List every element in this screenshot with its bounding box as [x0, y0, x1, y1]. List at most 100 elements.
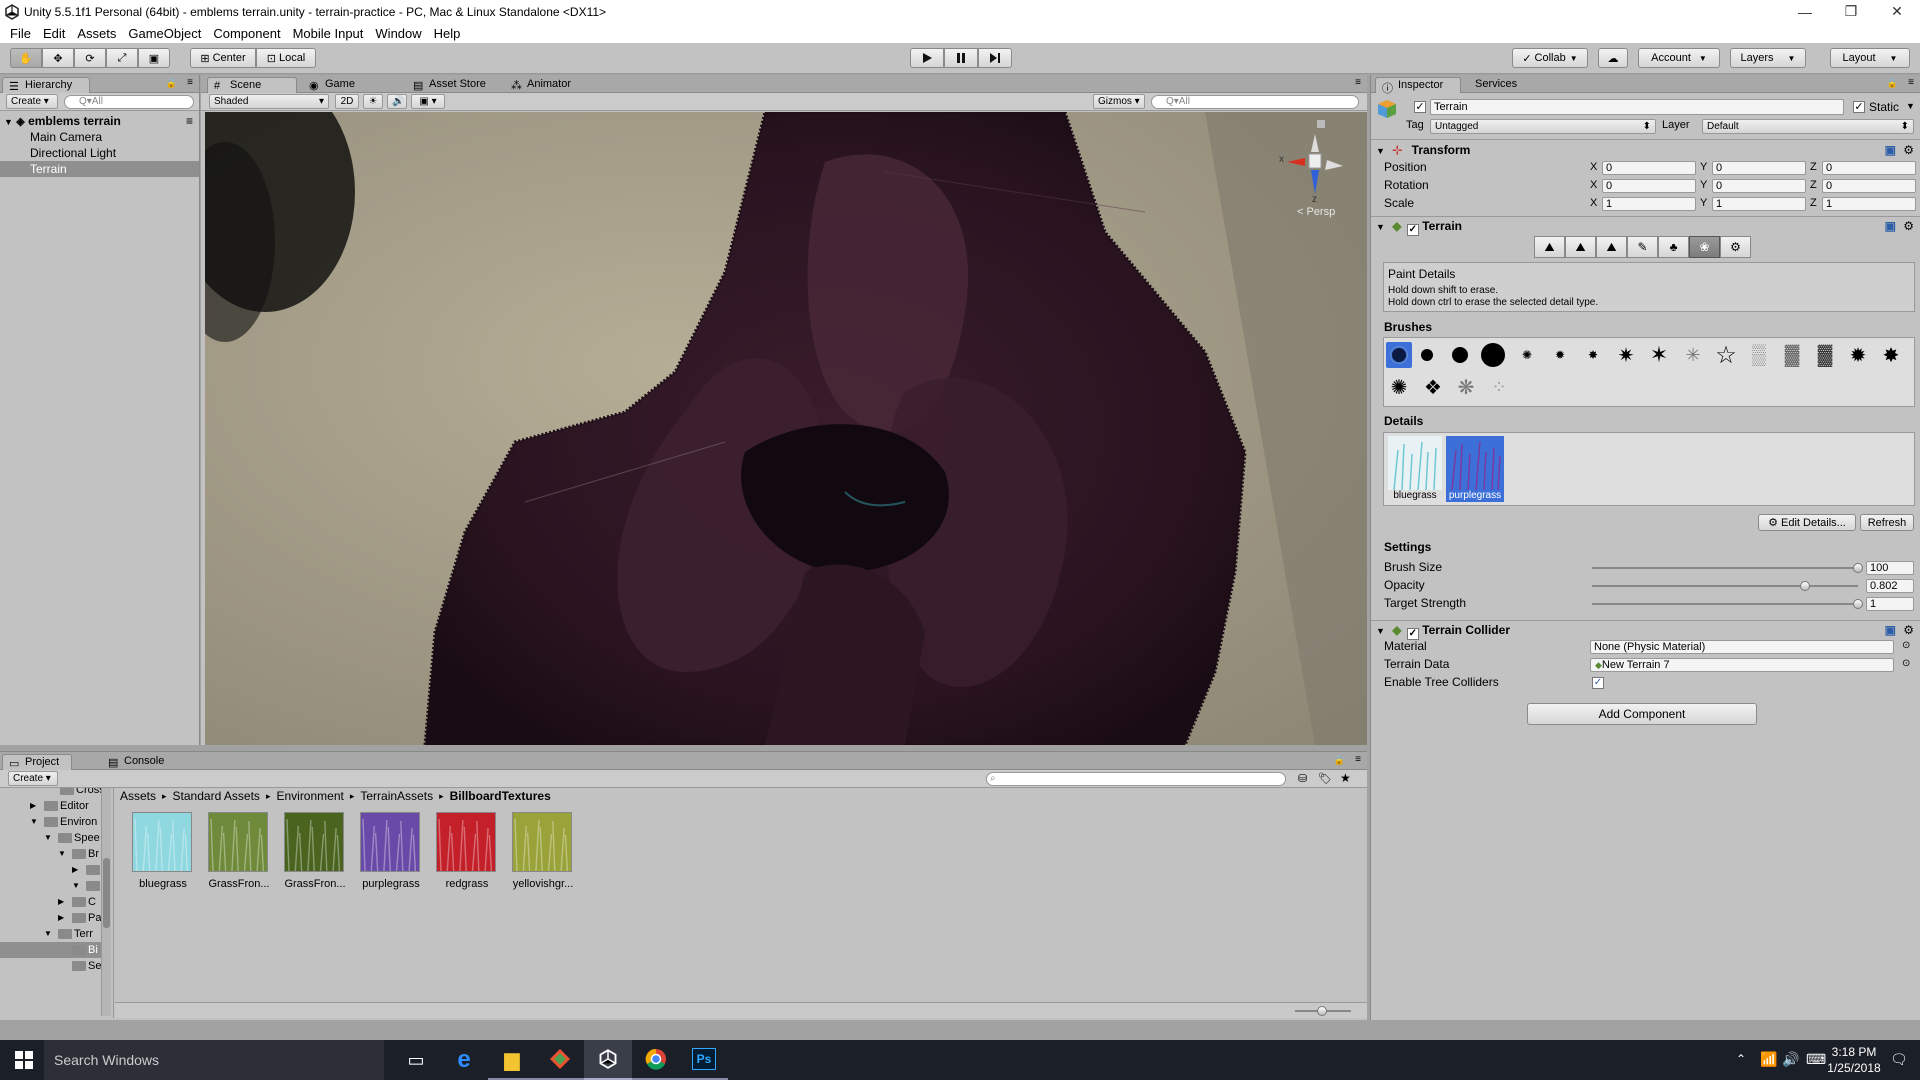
- notifications-icon[interactable]: 🗨: [1890, 1051, 1908, 1068]
- transform-header[interactable]: ▼ ⊹ Transform ▣ ⚙: [1372, 141, 1920, 159]
- hierarchy-create-dropdown[interactable]: Create ▾: [6, 94, 58, 109]
- task-view-icon[interactable]: ▭: [392, 1040, 440, 1080]
- folder-tree-item[interactable]: CrossP: [0, 788, 102, 798]
- paint-height-tool-icon[interactable]: ⛰: [1565, 236, 1596, 258]
- network-icon[interactable]: 📶: [1760, 1051, 1777, 1068]
- expand-arrow-icon[interactable]: ▼: [30, 814, 38, 830]
- tab-game[interactable]: ◉ Game: [303, 77, 377, 93]
- tab-inspector[interactable]: ⓘ Inspector: [1375, 77, 1461, 95]
- rect-tool-icon[interactable]: ▣: [138, 48, 170, 68]
- scale-z-field[interactable]: 1: [1822, 197, 1916, 211]
- expand-arrow-icon[interactable]: ▼: [1376, 222, 1385, 232]
- target-strength-slider[interactable]: [1592, 603, 1858, 605]
- expand-arrow-icon[interactable]: ▼: [58, 846, 66, 862]
- asset-item[interactable]: redgrass: [436, 812, 498, 892]
- folder-tree-item[interactable]: ▼ Terr: [0, 926, 102, 942]
- brush-dots-icon[interactable]: ❖: [1420, 374, 1446, 400]
- static-checkbox[interactable]: ✓: [1853, 101, 1865, 113]
- position-z-field[interactable]: 0: [1822, 161, 1916, 175]
- terrain-enabled-checkbox[interactable]: ✓: [1406, 224, 1419, 236]
- persp-label[interactable]: < Persp: [1297, 206, 1335, 218]
- refresh-button[interactable]: Refresh: [1860, 514, 1914, 531]
- brush-round-medium-icon[interactable]: [1447, 342, 1473, 368]
- gear-icon[interactable]: ⚙: [1903, 621, 1914, 639]
- brush-size-field[interactable]: 100: [1866, 561, 1914, 575]
- effects-dropdown-icon[interactable]: ▣ ▾: [411, 94, 445, 109]
- volume-icon[interactable]: 🔊: [1782, 1051, 1799, 1068]
- scene-root-row[interactable]: ▼ ◈ emblems terrain ≡: [0, 113, 199, 129]
- brush-star-outline-icon[interactable]: ☆: [1713, 342, 1739, 369]
- project-create-dropdown[interactable]: Create ▾: [8, 771, 58, 786]
- tag-dropdown[interactable]: Untagged ⬍: [1430, 119, 1656, 134]
- lock-icon[interactable]: 🔒: [1334, 755, 1345, 766]
- brush-splatter-7-icon[interactable]: ✸: [1878, 342, 1904, 368]
- expand-arrow-icon[interactable]: ▶: [30, 798, 36, 814]
- expand-arrow-icon[interactable]: ▼: [44, 926, 52, 942]
- chevron-down-icon[interactable]: ▼: [1906, 101, 1915, 111]
- smooth-height-tool-icon[interactable]: ⛰: [1596, 236, 1627, 258]
- menu-assets[interactable]: Assets: [71, 26, 122, 41]
- brush-size-slider-knob[interactable]: [1853, 563, 1863, 573]
- brush-splatter-8-icon[interactable]: ✺: [1386, 374, 1412, 400]
- help-icon[interactable]: ▣: [1885, 621, 1896, 639]
- hierarchy-item-main-camera[interactable]: Main Camera: [0, 129, 199, 145]
- breadcrumb-billboardtextures[interactable]: BillboardTextures: [450, 789, 551, 803]
- folder-tree-item[interactable]: ▼ Environ: [0, 814, 102, 830]
- step-button[interactable]: [978, 48, 1012, 68]
- maximize-icon[interactable]: ❐: [1828, 0, 1874, 23]
- brush-splatter-3-icon[interactable]: ✸: [1580, 342, 1606, 368]
- pivot-local-button[interactable]: ⊡ Local: [256, 48, 316, 68]
- gear-icon[interactable]: ⚙: [1903, 141, 1914, 159]
- gear-icon[interactable]: ⚙: [1903, 217, 1914, 235]
- rotate-tool-icon[interactable]: ⟳: [74, 48, 106, 68]
- breadcrumb-assets[interactable]: Assets: [120, 789, 156, 803]
- breadcrumb-terrainassets[interactable]: TerrainAssets: [360, 789, 433, 803]
- project-search-input[interactable]: ⌕: [986, 772, 1286, 786]
- object-picker-icon[interactable]: ⊙: [1902, 640, 1910, 651]
- panel-menu-icon[interactable]: ≡: [1355, 77, 1361, 88]
- file-explorer-icon[interactable]: ▆: [488, 1040, 536, 1080]
- brush-splatter-4-icon[interactable]: ✷: [1613, 342, 1639, 368]
- asset-item[interactable]: bluegrass: [132, 812, 194, 892]
- hierarchy-item-terrain[interactable]: Terrain: [0, 161, 199, 177]
- scene-viewport[interactable]: x z < Persp: [205, 112, 1367, 745]
- brush-splatter-6-icon[interactable]: ✹: [1845, 342, 1871, 368]
- folder-tree-item[interactable]: ▶ Editor: [0, 798, 102, 814]
- detail-bluegrass[interactable]: bluegrass: [1388, 436, 1442, 502]
- brush-soft-round-icon[interactable]: [1386, 342, 1412, 368]
- asset-item[interactable]: yellovishgr...: [512, 812, 574, 892]
- menu-file[interactable]: File: [4, 26, 37, 41]
- folder-tree-item[interactable]: ▶: [0, 862, 102, 878]
- unity-taskbar-icon[interactable]: [584, 1040, 632, 1080]
- brush-size-slider[interactable]: [1592, 567, 1858, 569]
- folder-tree-item[interactable]: ▼ Br: [0, 846, 102, 862]
- terrain-header[interactable]: ▼ ◆ ✓ Terrain ▣ ⚙: [1372, 217, 1920, 236]
- menu-gameobject[interactable]: GameObject: [122, 26, 207, 41]
- edit-details-button[interactable]: ⚙ Edit Details...: [1758, 514, 1856, 531]
- tree-scrollbar[interactable]: [101, 788, 111, 1016]
- tab-services[interactable]: Services: [1463, 77, 1537, 93]
- play-button[interactable]: [910, 48, 944, 68]
- favorite-icon[interactable]: ★: [1340, 771, 1351, 785]
- tab-console[interactable]: ▤ Console: [102, 754, 180, 770]
- windows-start-icon[interactable]: [0, 1040, 48, 1080]
- cloud-button[interactable]: ☁: [1598, 48, 1628, 68]
- brush-noise-1-icon[interactable]: ▒: [1746, 342, 1772, 368]
- layer-dropdown[interactable]: Default ⬍: [1702, 119, 1914, 134]
- expand-arrow-icon[interactable]: ▶: [58, 894, 64, 910]
- move-tool-icon[interactable]: ✥: [42, 48, 74, 68]
- expand-arrow-icon[interactable]: ▼: [4, 117, 13, 127]
- pivot-center-button[interactable]: ⊞ Center: [190, 48, 256, 68]
- menu-window[interactable]: Window: [369, 26, 427, 41]
- chrome-icon[interactable]: [632, 1040, 680, 1080]
- close-icon[interactable]: ✕: [1874, 0, 1920, 23]
- help-icon[interactable]: ▣: [1885, 141, 1896, 159]
- breadcrumb-environment[interactable]: Environment: [276, 789, 343, 803]
- material-field[interactable]: None (Physic Material): [1590, 640, 1894, 654]
- toggle-2d-button[interactable]: 2D: [335, 94, 359, 109]
- enable-tree-colliders-checkbox[interactable]: ✓: [1592, 677, 1604, 689]
- scene-menu-icon[interactable]: ≡: [186, 113, 193, 129]
- filter-by-type-icon[interactable]: ⛁: [1298, 772, 1307, 785]
- hierarchy-search-input[interactable]: Q▾All: [64, 95, 194, 109]
- terrain-data-field[interactable]: ◆New Terrain 7: [1590, 658, 1894, 672]
